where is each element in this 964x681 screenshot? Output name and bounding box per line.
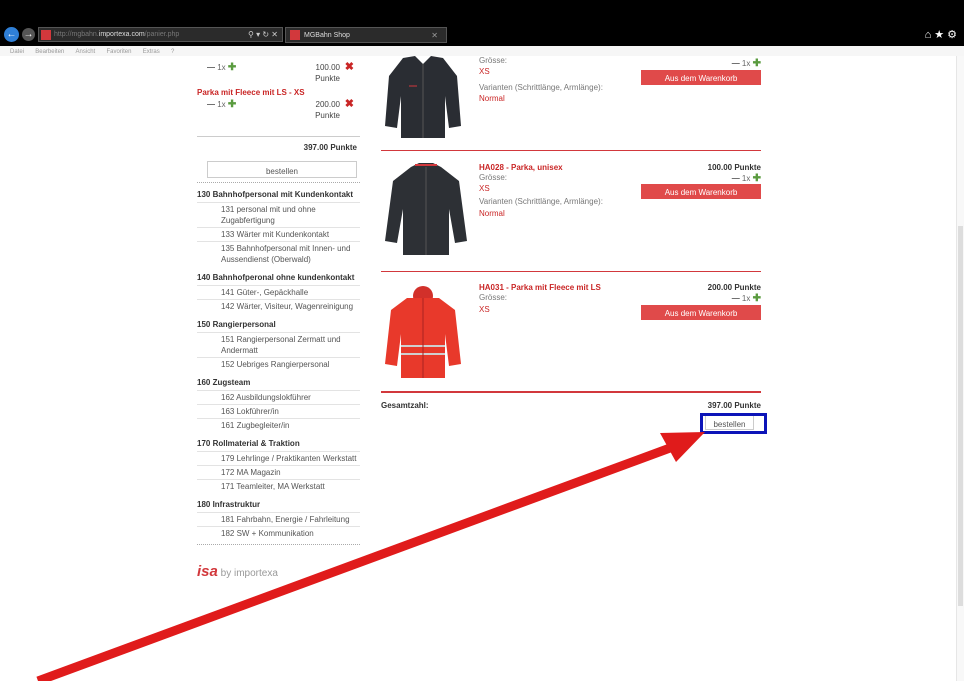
annotation-arrow	[36, 432, 705, 681]
